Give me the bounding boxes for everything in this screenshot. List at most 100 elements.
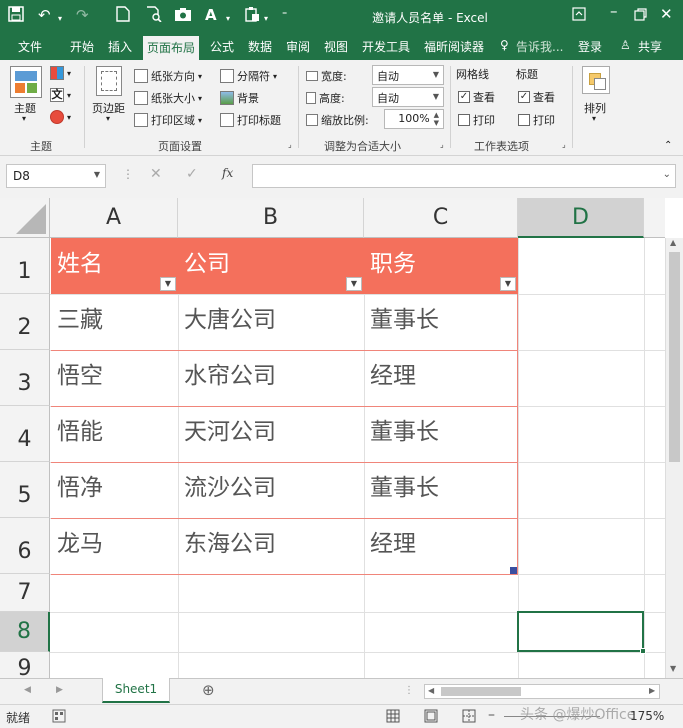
row-header-3[interactable]: 3 (0, 350, 50, 406)
print-preview-icon[interactable] (146, 6, 162, 26)
table-cell[interactable]: 水帘公司 (178, 350, 276, 406)
font-color-dropdown-icon[interactable]: ▾ (226, 14, 230, 23)
scroll-up-icon[interactable]: ▲ (670, 238, 676, 247)
margins-icon[interactable] (96, 66, 122, 96)
row-header-1[interactable]: 1 (0, 238, 50, 294)
redo-icon[interactable]: ↷ (76, 6, 89, 24)
spin-icon[interactable]: ▲ ▼ (434, 111, 439, 127)
ribbon-display-icon[interactable] (572, 7, 586, 25)
table-cell[interactable]: 悟空 (51, 350, 103, 406)
next-sheet-icon[interactable]: ▶ (56, 685, 63, 695)
gridlines-print-checkbox[interactable]: 打印 (458, 112, 495, 128)
theme-effects-icon[interactable]: ▾ (50, 110, 71, 124)
filter-dropdown-icon[interactable]: ▼ (500, 277, 516, 291)
table-cell[interactable]: 龙马 (51, 518, 103, 574)
minimize-icon[interactable]: – (610, 2, 618, 20)
table-cell[interactable]: 董事长 (364, 406, 439, 462)
tab-view[interactable]: 视图 (324, 38, 348, 55)
height-dropdown[interactable]: 自动 ▼ (372, 87, 444, 107)
filter-dropdown-icon[interactable]: ▼ (160, 277, 176, 291)
close-icon[interactable]: ✕ (660, 5, 673, 23)
table-cell[interactable]: 董事长 (364, 462, 439, 518)
tab-formulas[interactable]: 公式 (210, 38, 234, 55)
theme-colors-icon[interactable]: ▾ (50, 66, 71, 80)
table-cell[interactable]: 经理 (364, 350, 416, 406)
macro-record-icon[interactable] (52, 709, 66, 726)
size-button[interactable]: 纸张大小 ▾ (134, 90, 202, 106)
table-cell[interactable]: 经理 (364, 518, 416, 574)
column-header-a[interactable]: A (50, 198, 178, 238)
restore-icon[interactable] (634, 7, 647, 25)
paste-dropdown-icon[interactable]: ▾ (264, 14, 268, 23)
breaks-button[interactable]: 分隔符 ▾ (220, 68, 277, 84)
tab-review[interactable]: 审阅 (286, 38, 310, 55)
scale-launcher-icon[interactable]: ⌟ (440, 140, 444, 149)
print-area-button[interactable]: 打印区域 ▾ (134, 112, 202, 128)
share-button[interactable]: 共享 (638, 38, 662, 55)
sign-in-link[interactable]: 登录 (578, 38, 602, 55)
scroll-right-icon[interactable]: ▶ (649, 686, 655, 695)
column-header-b[interactable]: B (178, 198, 364, 238)
table-cell[interactable]: 三藏 (51, 294, 103, 350)
theme-fonts-icon[interactable]: 文 ▾ (50, 88, 71, 102)
page-layout-view-icon[interactable] (424, 709, 438, 726)
table-cell[interactable]: 天河公司 (178, 406, 276, 462)
row-header-2[interactable]: 2 (0, 294, 50, 350)
table-header-company[interactable]: 公司 (178, 238, 364, 294)
page-setup-launcher-icon[interactable]: ⌟ (288, 140, 292, 149)
normal-view-icon[interactable] (386, 709, 400, 726)
zoom-level[interactable]: 175% (630, 709, 664, 723)
insert-function-icon[interactable]: fx (222, 166, 233, 180)
arrange-icon[interactable] (582, 66, 610, 94)
table-cell[interactable]: 董事长 (364, 294, 439, 350)
theme-dropdown-icon[interactable]: ▾ (22, 114, 26, 123)
undo-dropdown-icon[interactable]: ▾ (58, 14, 62, 23)
tab-file[interactable]: 文件 (18, 38, 42, 55)
tell-me-input[interactable]: 告诉我... (516, 38, 563, 55)
tab-page-layout[interactable]: 页面布局 (143, 36, 200, 60)
headings-print-checkbox[interactable]: 打印 (518, 112, 555, 128)
scale-stepper[interactable]: 100% ▲ ▼ (384, 109, 444, 129)
table-cell[interactable]: 悟净 (51, 462, 103, 518)
table-cell[interactable]: 流沙公司 (178, 462, 276, 518)
headings-view-checkbox[interactable]: ✓ 查看 (518, 89, 555, 105)
horizontal-scrollbar[interactable]: ◀ ▶ (424, 684, 660, 699)
collapse-ribbon-icon[interactable]: ⌃ (664, 140, 672, 151)
tab-foxit-reader[interactable]: 福昕阅读器 (424, 38, 484, 55)
width-dropdown[interactable]: 自动 ▼ (372, 65, 444, 85)
sheet-tab-sheet1[interactable]: Sheet1 (102, 678, 170, 703)
customize-qat-icon[interactable]: ⁼ (282, 10, 287, 21)
tab-home[interactable]: 开始 (70, 38, 94, 55)
name-box[interactable]: D8 ▼ (6, 164, 106, 188)
expand-formula-icon[interactable]: ⌄ (663, 169, 671, 180)
page-break-view-icon[interactable] (462, 709, 476, 726)
vertical-scrollbar[interactable]: ▲ ▼ (665, 238, 683, 678)
row-header-9[interactable]: 9 (0, 652, 50, 678)
margins-dropdown-icon[interactable]: ▾ (106, 114, 110, 123)
row-header-6[interactable]: 6 (0, 518, 50, 574)
column-header-c[interactable]: C (364, 198, 518, 238)
row-header-4[interactable]: 4 (0, 406, 50, 462)
share-icon[interactable]: ♙ (620, 38, 631, 52)
vertical-scroll-thumb[interactable] (669, 252, 680, 462)
horizontal-scroll-thumb[interactable] (441, 687, 521, 696)
row-header-8[interactable]: 8 (0, 612, 50, 652)
table-resize-handle[interactable] (510, 567, 517, 574)
fill-handle[interactable] (640, 648, 646, 654)
cancel-icon[interactable]: ✕ (150, 166, 162, 182)
font-color-icon[interactable]: A (205, 6, 217, 24)
table-header-name[interactable]: 姓名 (51, 238, 178, 294)
new-file-icon[interactable] (116, 6, 130, 26)
gridlines-view-checkbox[interactable]: ✓ 查看 (458, 89, 495, 105)
background-button[interactable]: 背景 (220, 90, 259, 106)
table-header-title[interactable]: 职务 (364, 238, 518, 294)
table-cell[interactable]: 悟能 (51, 406, 103, 462)
sheet-options-launcher-icon[interactable]: ⌟ (562, 140, 566, 149)
table-cell[interactable]: 大唐公司 (178, 294, 276, 350)
select-all-corner[interactable] (0, 198, 50, 238)
camera-icon[interactable] (174, 6, 192, 26)
chevron-down-icon[interactable]: ▼ (94, 170, 100, 179)
paste-icon[interactable] (244, 6, 260, 26)
column-header-d[interactable]: D (518, 198, 644, 238)
row-header-7[interactable]: 7 (0, 574, 50, 612)
